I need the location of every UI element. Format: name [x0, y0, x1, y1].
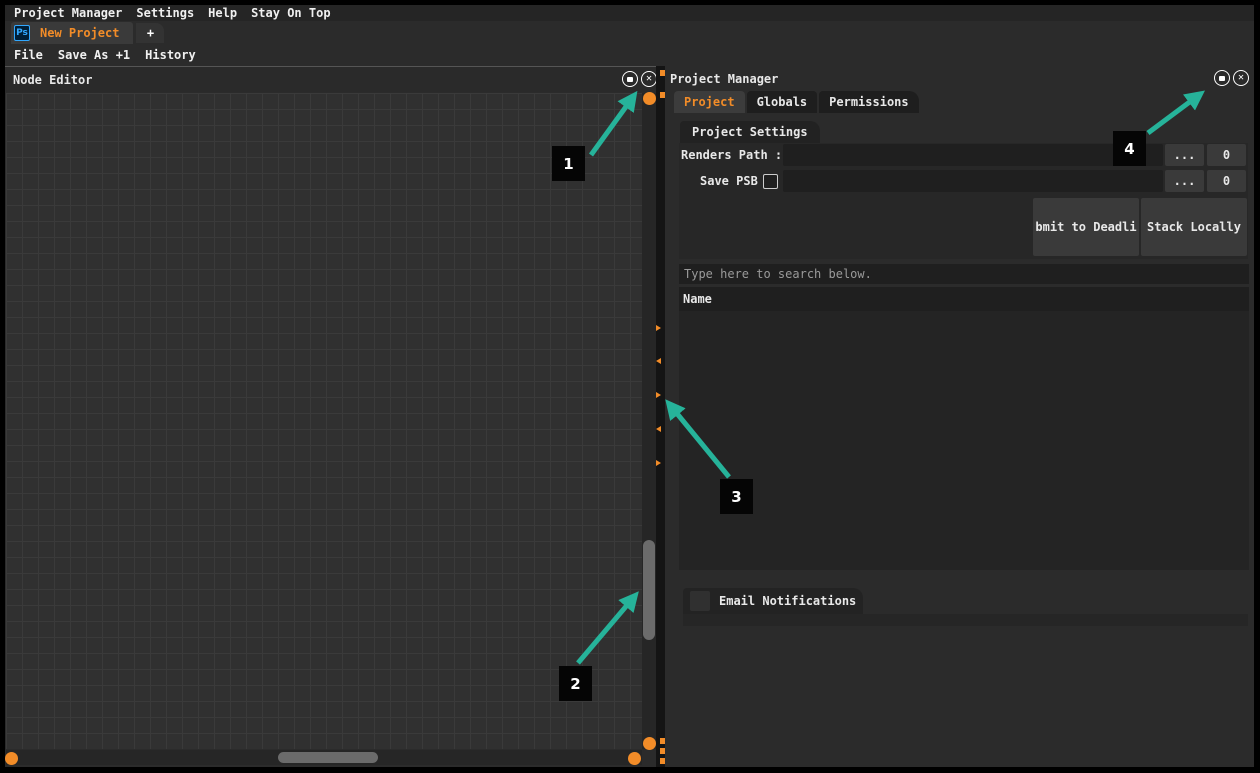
resize-handle-top[interactable] — [643, 92, 656, 105]
search-input[interactable]: Type here to search below. — [679, 264, 1249, 284]
psb-count[interactable]: 0 — [1207, 170, 1246, 192]
splitter-arrow-left[interactable] — [656, 426, 661, 432]
psb-path-input[interactable] — [783, 170, 1163, 192]
splitter-mark — [660, 738, 665, 744]
toolbar: File Save As +1 History — [5, 45, 1254, 65]
renders-path-label: Renders Path : — [681, 148, 783, 162]
resize-handle-bottom-right[interactable] — [628, 752, 641, 765]
project-tab-label: New Project — [40, 26, 120, 40]
project-manager-title-bar: Project Manager ✕ — [666, 66, 1254, 92]
email-notifications-label: Email Notifications — [719, 594, 857, 608]
results-table[interactable] — [679, 311, 1249, 570]
toolbar-history[interactable]: History — [145, 48, 196, 62]
project-tab[interactable]: Ps New Project — [11, 22, 134, 44]
resize-handle-bottom[interactable] — [643, 737, 656, 750]
menu-settings[interactable]: Settings — [136, 6, 194, 20]
resize-handle-bottom-left[interactable] — [5, 752, 18, 765]
psb-browse-button[interactable]: ... — [1165, 170, 1204, 192]
splitter-mark — [660, 70, 665, 76]
menu-help[interactable]: Help — [208, 6, 237, 20]
app-window: Project Manager Settings Help Stay On To… — [5, 5, 1254, 767]
project-manager-panel: Project Manager ✕ Project Globals Permis… — [666, 66, 1254, 767]
annotation-badge-3: 3 — [720, 479, 753, 514]
annotation-badge-1: 1 — [552, 146, 585, 181]
splitter-arrow-right[interactable] — [656, 460, 661, 466]
tab-permissions[interactable]: Permissions — [819, 91, 919, 113]
horizontal-scroll-thumb[interactable] — [278, 752, 378, 763]
vertical-scrollbar[interactable] — [642, 93, 656, 749]
annotation-badge-4: 4 — [1113, 131, 1146, 166]
email-notifications-section[interactable]: Email Notifications — [683, 588, 863, 614]
tab-project-settings[interactable]: Project Settings — [680, 121, 820, 143]
splitter-arrow-right[interactable] — [656, 392, 661, 398]
annotation-badge-2: 2 — [559, 666, 592, 701]
splitter-arrow-right[interactable] — [656, 325, 661, 331]
project-manager-window-buttons: ✕ — [1214, 70, 1249, 86]
splitter-mark — [660, 92, 665, 98]
project-settings-section: Renders Path : ... 0 Save PSB ... 0 bmit… — [679, 143, 1248, 259]
menu-bar: Project Manager Settings Help Stay On To… — [5, 5, 1254, 21]
project-tab-bar: Ps New Project + — [5, 22, 1254, 44]
renders-path-browse-button[interactable]: ... — [1165, 144, 1204, 166]
renders-path-input[interactable] — [783, 144, 1163, 166]
splitter-mark — [660, 748, 665, 754]
add-tab-button[interactable]: + — [136, 23, 165, 43]
photoshop-icon: Ps — [14, 25, 30, 41]
menu-stay-on-top[interactable]: Stay On Top — [251, 6, 330, 20]
email-notifications-body — [683, 614, 1248, 626]
renders-path-count[interactable]: 0 — [1207, 144, 1246, 166]
menu-project-manager[interactable]: Project Manager — [14, 6, 122, 20]
close-icon[interactable]: ✕ — [1233, 70, 1249, 86]
save-psb-checkbox[interactable] — [763, 174, 778, 189]
tab-globals[interactable]: Globals — [746, 91, 818, 113]
node-graph-canvas[interactable] — [6, 93, 642, 749]
node-editor-window-buttons: ✕ — [622, 71, 657, 87]
project-manager-tabs: Project Globals Permissions — [674, 91, 919, 113]
stack-locally-button[interactable]: Stack Locally — [1141, 198, 1247, 256]
horizontal-scrollbar[interactable] — [6, 750, 642, 765]
submit-to-deadline-button[interactable]: bmit to Deadli — [1033, 198, 1139, 256]
splitter-mark — [660, 758, 665, 764]
vertical-scroll-thumb[interactable] — [643, 540, 655, 640]
toolbar-save-as[interactable]: Save As +1 — [58, 48, 130, 62]
restore-icon[interactable] — [622, 71, 638, 87]
tab-project[interactable]: Project — [674, 91, 745, 113]
save-psb-label: Save PSB — [700, 174, 758, 188]
email-notifications-toggle[interactable] — [690, 591, 710, 611]
node-editor-title-bar: Node Editor ✕ — [5, 66, 662, 92]
toolbar-file[interactable]: File — [14, 48, 43, 62]
table-header-name[interactable]: Name — [679, 287, 1249, 311]
restore-icon[interactable] — [1214, 70, 1230, 86]
project-manager-title: Project Manager — [670, 72, 779, 86]
node-editor-title: Node Editor — [13, 72, 93, 87]
splitter-arrow-left[interactable] — [656, 358, 661, 364]
panel-splitter[interactable] — [656, 66, 665, 767]
close-icon[interactable]: ✕ — [641, 71, 657, 87]
